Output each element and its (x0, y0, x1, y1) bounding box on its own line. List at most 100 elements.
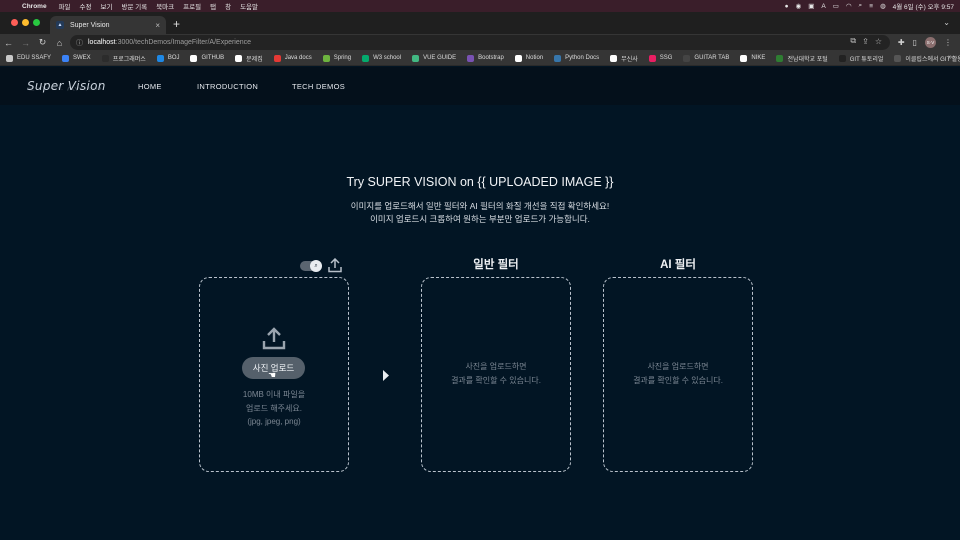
input-source-icon[interactable]: A (821, 3, 825, 10)
window-minimize-button[interactable] (22, 19, 29, 26)
back-arrow-icon[interactable]: ← (0, 38, 17, 48)
extensions-puzzle-icon[interactable]: ✚ (898, 38, 905, 47)
menu-help[interactable]: 도움말 (240, 1, 258, 11)
bookmark-label: 무신사 (621, 56, 638, 63)
omnibox-actions: ⧉ ⇪ ☆ (850, 36, 882, 46)
forward-arrow-icon[interactable]: → (17, 38, 34, 48)
spotlight-search-icon[interactable]: ⌕ (859, 2, 863, 10)
menu-view[interactable]: 보기 (101, 1, 113, 11)
tab-close-icon[interactable]: × (155, 21, 160, 30)
new-tab-button[interactable]: + (173, 17, 180, 31)
page-description-line-1: 이미지를 업로드해서 일반 필터와 AI 필터의 화질 개선을 직접 확인하세요… (350, 201, 610, 211)
bookmark-item[interactable]: BOJ (156, 54, 179, 62)
bookmark-label: 전남대학교 포털 (787, 56, 828, 63)
bookmark-item[interactable]: Python Docs (554, 54, 599, 62)
bookmark-favicon-icon (467, 54, 475, 62)
menu-history[interactable]: 방문 기록 (121, 1, 147, 11)
siri-icon[interactable]: ◍ (880, 2, 886, 10)
bookmark-item[interactable]: Notion (514, 54, 543, 62)
bookmark-favicon-icon (648, 54, 656, 62)
bookmark-favicon-icon (6, 54, 13, 62)
control-center-icon[interactable]: ≡ (869, 3, 873, 10)
reload-icon[interactable]: ↻ (34, 37, 51, 48)
menu-bar-clock[interactable]: 4월 6일 (수) 오후 9:57 (893, 1, 954, 11)
upload-large-icon (262, 327, 286, 350)
bookmark-item[interactable]: W3 school (362, 54, 401, 62)
bookmark-label: Bootstrap (478, 55, 504, 61)
bookmark-item[interactable]: Java docs (273, 54, 312, 62)
bookmark-item[interactable]: GUITAR TAB (683, 54, 730, 62)
site-header: Super Vision Super Vision HOME INTRODUCT… (0, 67, 960, 105)
bookmark-label: Spring (333, 55, 352, 61)
record-icon[interactable]: ● (785, 3, 789, 10)
bookmark-favicon-icon (894, 54, 902, 62)
battery-icon[interactable]: ▭ (833, 2, 839, 10)
menu-profile[interactable]: 프로필 (183, 1, 201, 11)
bookmark-item[interactable]: 문제집 (235, 54, 263, 63)
bookmark-item[interactable]: VUE GUIDE (412, 54, 456, 62)
window-close-button[interactable] (11, 19, 18, 26)
more-menu-icon[interactable]: ⋮ (944, 38, 952, 47)
bookmark-favicon-icon (322, 54, 330, 62)
lock-icon[interactable]: ▣ (808, 2, 814, 10)
translate-icon[interactable]: ⧉ (850, 36, 856, 46)
bookmark-item[interactable]: GIT 튜토리얼 (838, 54, 883, 63)
window-zoom-button[interactable] (33, 19, 40, 26)
side-panel-icon[interactable]: ▯ (913, 38, 917, 47)
bookmark-favicon-icon (610, 54, 618, 62)
bookmark-item[interactable]: GITHUB (190, 54, 225, 62)
nav-tech-demos[interactable]: TECH DEMOS (292, 82, 345, 91)
normal-filter-placeholder-line-2: 결과를 확인할 수 있습니다. (451, 376, 541, 385)
bookmark-label: EDU SSAFY (17, 55, 52, 61)
tab-title: Super Vision (70, 21, 110, 29)
bookmark-favicon-icon (412, 54, 420, 62)
bookmark-favicon-icon (273, 54, 281, 62)
bookmark-label: GITHUB (201, 55, 225, 61)
bookmark-item[interactable]: SSG (648, 54, 672, 62)
bookmark-item[interactable]: SWEX (62, 54, 91, 62)
menu-bookmarks[interactable]: 북마크 (156, 1, 174, 11)
menu-tab[interactable]: 탭 (210, 1, 216, 11)
tab-search-chevron-icon[interactable]: ⌄ (943, 18, 950, 27)
bookmark-item[interactable]: NIKE (740, 54, 765, 62)
more-bookmarks-chevron-icon[interactable]: » (948, 54, 952, 61)
magnifier-icon: ⌕ (310, 260, 322, 272)
bookmark-item[interactable]: EDU SSAFY (6, 54, 52, 62)
menu-edit[interactable]: 수정 (80, 1, 92, 11)
bookmark-item[interactable]: 프로그래머스 (101, 54, 146, 63)
browser-toolbar: ← → ↻ ⌂ ⓘ localhost:3000/techDemos/Image… (0, 34, 960, 51)
bookmark-favicon-icon (838, 54, 846, 62)
profile-avatar[interactable]: S·V (925, 37, 936, 48)
bookmark-item[interactable]: Bootstrap (467, 54, 504, 62)
browser-tab-active[interactable]: ▲ Super Vision × (50, 16, 166, 34)
share-icon[interactable]: ⇪ (862, 37, 869, 46)
page-title: Try SUPER VISION on {{ UPLOADED IMAGE }} (346, 175, 614, 189)
normal-filter-result-box: 사진을 업로드하면 결과를 확인할 수 있습니다. (421, 277, 571, 472)
upload-icon[interactable] (327, 258, 343, 273)
bookmark-label: GUITAR TAB (694, 55, 730, 61)
nav-home[interactable]: HOME (138, 82, 162, 91)
menu-file[interactable]: 파일 (59, 1, 71, 11)
bookmark-item[interactable]: 전남대학교 포털 (776, 54, 828, 63)
bookmark-favicon-icon (362, 54, 370, 62)
bookmark-star-icon[interactable]: ☆ (875, 37, 882, 46)
bookmark-favicon-icon (740, 54, 748, 62)
nav-introduction[interactable]: INTRODUCTION (197, 82, 258, 91)
bookmark-favicon-icon (235, 54, 243, 62)
menu-app-chrome[interactable]: Chrome (22, 3, 47, 10)
bookmark-label: SWEX (73, 55, 91, 61)
status-app-icon[interactable]: ◉ (796, 2, 802, 10)
page-description-line-2: 이미지 업로드시 크롭하여 원하는 부분만 업로드가 가능합니다. (370, 214, 590, 224)
menu-window[interactable]: 창 (225, 1, 231, 11)
bookmark-item[interactable]: Spring (322, 54, 352, 62)
bookmark-item[interactable]: 무신사 (610, 54, 638, 63)
wifi-icon[interactable]: ◠ (846, 2, 852, 10)
bookmarks-bar: EDU SSAFY SWEX 프로그래머스 BOJ GITHUB 문제집 Java docs… (0, 51, 960, 66)
bookmark-favicon-icon (62, 54, 70, 62)
crop-toggle-switch[interactable]: ⌕ (300, 260, 322, 272)
address-bar[interactable]: ⓘ localhost:3000/techDemos/ImageFilter/A… (70, 35, 890, 50)
ai-filter-placeholder-line-1: 사진을 업로드하면 (647, 362, 709, 371)
home-icon[interactable]: ⌂ (51, 38, 68, 48)
site-info-icon[interactable]: ⓘ (76, 38, 83, 48)
bookmark-label: Java docs (284, 55, 312, 61)
